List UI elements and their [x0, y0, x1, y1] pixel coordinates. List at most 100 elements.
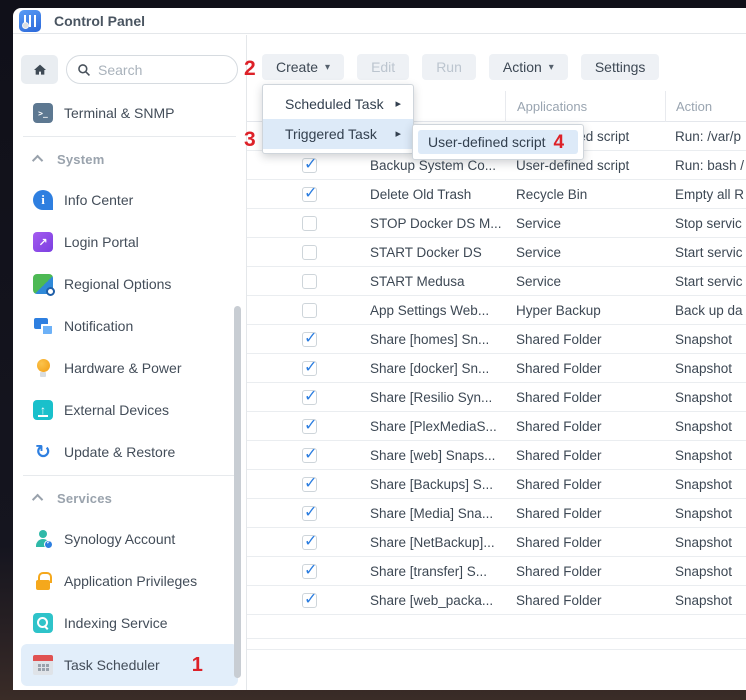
- terminal-icon: >_: [33, 103, 53, 123]
- action-cell: Snapshot: [665, 390, 746, 405]
- column-header-action[interactable]: Action: [665, 91, 746, 122]
- task-name-cell: Share [web] Snaps...: [370, 448, 505, 463]
- chevron-up-icon: [32, 494, 43, 505]
- table-row[interactable]: Share [transfer] S... Shared Folder Snap…: [247, 557, 746, 586]
- applications-cell: Shared Folder: [505, 506, 665, 521]
- sidebar-scrollbar[interactable]: [234, 306, 241, 678]
- sidebar-item-task-scheduler[interactable]: Task Scheduler 1: [21, 644, 238, 686]
- action-cell: Start servic: [665, 245, 746, 260]
- section-header-system[interactable]: System: [13, 139, 246, 179]
- menu-item-user-defined-script[interactable]: User-defined script 4: [418, 130, 578, 154]
- step-annotation-2: 2: [244, 58, 256, 79]
- table-row[interactable]: App Settings Web... Hyper Backup Back up…: [247, 296, 746, 325]
- table-row[interactable]: Share [Backups] S... Shared Folder Snaps…: [247, 470, 746, 499]
- sidebar-item-login-portal[interactable]: ↗ Login Portal: [21, 221, 238, 263]
- sidebar-item-indexing-service[interactable]: Indexing Service: [21, 602, 238, 644]
- sidebar-item-notification[interactable]: Notification: [21, 305, 238, 347]
- home-icon: [32, 62, 48, 78]
- action-cell: Run: /var/p: [665, 129, 746, 144]
- table-row[interactable]: Share [PlexMediaS... Shared Folder Snaps…: [247, 412, 746, 441]
- task-table: Applications Action User-defined script …: [247, 91, 746, 690]
- applications-cell: Recycle Bin: [505, 187, 665, 202]
- titlebar: Control Panel: [13, 8, 746, 34]
- table-row[interactable]: Delete Old Trash Recycle Bin Empty all R: [247, 180, 746, 209]
- row-checkbox[interactable]: [302, 216, 317, 231]
- menu-item-triggered-task[interactable]: Triggered Task ▸: [263, 119, 413, 149]
- action-cell: Back up da: [665, 303, 746, 318]
- task-name-cell: Share [web_packa...: [370, 593, 505, 608]
- regional-options-icon: [33, 274, 53, 294]
- applications-cell: Shared Folder: [505, 419, 665, 434]
- row-checkbox[interactable]: [302, 593, 317, 608]
- table-row[interactable]: Share [docker] Sn... Shared Folder Snaps…: [247, 354, 746, 383]
- row-checkbox[interactable]: [302, 390, 317, 405]
- window-title: Control Panel: [54, 13, 145, 29]
- search-input[interactable]: [98, 62, 227, 78]
- settings-button[interactable]: Settings: [581, 54, 660, 80]
- action-cell: Snapshot: [665, 564, 746, 579]
- row-checkbox[interactable]: [302, 245, 317, 260]
- sidebar-item-synology-account[interactable]: Synology Account: [21, 518, 238, 560]
- search-box[interactable]: [66, 55, 238, 84]
- row-checkbox[interactable]: [302, 506, 317, 521]
- sidebar-item-terminal-snmp[interactable]: >_ Terminal & SNMP: [21, 92, 238, 134]
- sidebar-item-external-devices[interactable]: ↑ External Devices: [21, 389, 238, 431]
- edit-button[interactable]: Edit: [357, 54, 409, 80]
- row-checkbox[interactable]: [302, 332, 317, 347]
- row-checkbox[interactable]: [302, 535, 317, 550]
- table-row[interactable]: Share [Media] Sna... Shared Folder Snaps…: [247, 499, 746, 528]
- sidebar-item-application-privileges[interactable]: Application Privileges: [21, 560, 238, 602]
- action-button[interactable]: Action ▾: [489, 54, 568, 80]
- row-checkbox[interactable]: [302, 361, 317, 376]
- divider: [23, 475, 236, 476]
- chevron-up-icon: [32, 155, 43, 166]
- task-scheduler-icon: [33, 655, 53, 675]
- row-checkbox[interactable]: [302, 274, 317, 289]
- row-checkbox[interactable]: [302, 448, 317, 463]
- action-cell: Snapshot: [665, 448, 746, 463]
- row-checkbox[interactable]: [302, 419, 317, 434]
- table-row[interactable]: Share [web_packa... Shared Folder Snapsh…: [247, 586, 746, 615]
- caret-down-icon: ▾: [549, 62, 554, 73]
- toolbar: Create ▾ Edit Run Action ▾ Settings: [262, 54, 746, 80]
- column-header-applications[interactable]: Applications: [505, 91, 665, 122]
- notification-icon: [33, 316, 53, 336]
- section-header-services[interactable]: Services: [13, 478, 246, 518]
- applications-cell: Hyper Backup: [505, 303, 665, 318]
- sidebar-item-regional-options[interactable]: Regional Options: [21, 263, 238, 305]
- task-name-cell: Share [Media] Sna...: [370, 506, 505, 521]
- create-button[interactable]: Create ▾: [262, 54, 344, 80]
- table-row[interactable]: Share [homes] Sn... Shared Folder Snapsh…: [247, 325, 746, 354]
- task-name-cell: Delete Old Trash: [370, 187, 505, 202]
- sidebar-item-info-center[interactable]: i Info Center: [21, 179, 238, 221]
- table-row[interactable]: Share [Resilio Syn... Shared Folder Snap…: [247, 383, 746, 412]
- menu-item-scheduled-task[interactable]: Scheduled Task ▸: [263, 89, 413, 119]
- row-checkbox[interactable]: [302, 477, 317, 492]
- table-row[interactable]: START Docker DS Service Start servic: [247, 238, 746, 267]
- applications-cell: Shared Folder: [505, 390, 665, 405]
- task-name-cell: Share [PlexMediaS...: [370, 419, 505, 434]
- sidebar-item-update-restore[interactable]: ↻ Update & Restore: [21, 431, 238, 473]
- sidebar: >_ Terminal & SNMP System i Info Center …: [13, 35, 247, 690]
- action-cell: Empty all R: [665, 187, 746, 202]
- row-checkbox[interactable]: [302, 187, 317, 202]
- applications-cell: Shared Folder: [505, 332, 665, 347]
- search-icon: [77, 63, 91, 77]
- row-checkbox[interactable]: [302, 158, 317, 173]
- home-button[interactable]: [21, 55, 58, 84]
- table-row[interactable]: Share [NetBackup]... Shared Folder Snaps…: [247, 528, 746, 557]
- row-checkbox[interactable]: [302, 303, 317, 318]
- table-row[interactable]: START Medusa Service Start servic: [247, 267, 746, 296]
- table-row[interactable]: STOP Docker DS M... Service Stop servic: [247, 209, 746, 238]
- info-center-icon: i: [33, 190, 53, 210]
- sidebar-item-hardware-power[interactable]: Hardware & Power: [21, 347, 238, 389]
- step-annotation-4: 4: [554, 133, 565, 152]
- action-cell: Snapshot: [665, 477, 746, 492]
- task-name-cell: Share [NetBackup]...: [370, 535, 505, 550]
- control-panel-icon: [19, 10, 41, 32]
- action-cell: Snapshot: [665, 593, 746, 608]
- task-name-cell: START Docker DS: [370, 245, 505, 260]
- row-checkbox[interactable]: [302, 564, 317, 579]
- table-row[interactable]: Share [web] Snaps... Shared Folder Snaps…: [247, 441, 746, 470]
- run-button[interactable]: Run: [422, 54, 476, 80]
